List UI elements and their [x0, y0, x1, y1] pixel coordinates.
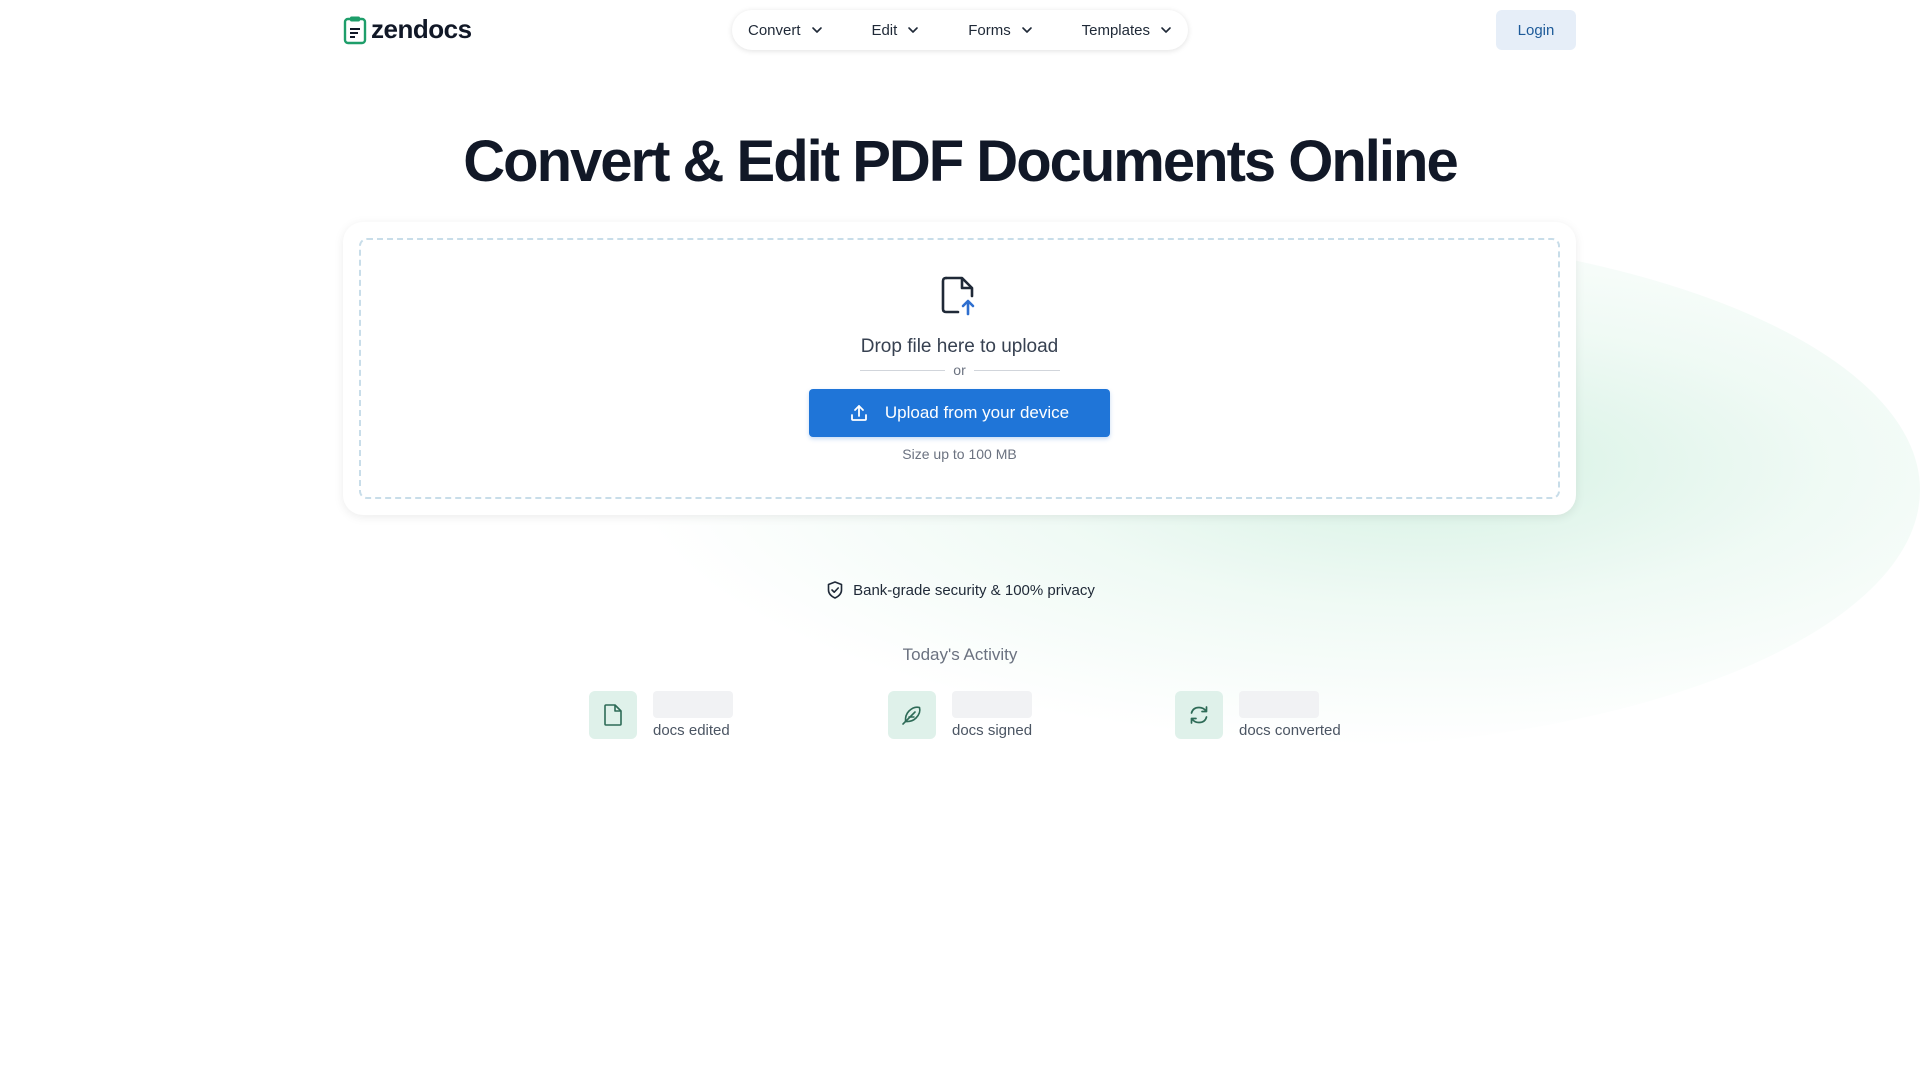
shield-check-icon [827, 581, 843, 599]
activity-title: Today's Activity [902, 645, 1018, 664]
stat-value-placeholder [653, 691, 733, 718]
feather-icon [902, 706, 921, 725]
stat-docs-converted: docs converted [1175, 691, 1341, 739]
stat-body: docs signed [952, 691, 1032, 739]
drop-instructions: Drop file here to upload [860, 336, 1059, 357]
nav-item-edit[interactable]: Edit [871, 22, 919, 39]
logo-icon [343, 16, 367, 44]
file-dropzone[interactable]: Drop file here to upload or Upload from … [359, 238, 1560, 499]
chevron-down-icon [1021, 27, 1032, 33]
chevron-down-icon [908, 27, 919, 33]
document-icon [604, 704, 622, 726]
nav-item-label: Forms [968, 21, 1011, 39]
file-upload-icon [941, 276, 974, 316]
logo[interactable]: zendocs [343, 14, 472, 45]
divider-line [973, 369, 1060, 371]
stat-body: docs converted [1239, 691, 1341, 739]
stat-label: docs edited [653, 722, 730, 739]
refresh-icon [1190, 706, 1208, 724]
logo-text: zendocs [371, 14, 472, 44]
stat-label: docs signed [952, 722, 1033, 739]
login-button[interactable]: Login [1496, 10, 1576, 50]
stat-value-placeholder [952, 691, 1032, 718]
upload-icon [850, 405, 867, 421]
size-limit-text: Size up to 100 MB [902, 446, 1017, 462]
chevron-down-icon [811, 27, 822, 33]
stat-docs-edited: docs edited [589, 691, 733, 739]
stat-docs-signed: docs signed [888, 691, 1032, 739]
stat-icon-box [1175, 691, 1223, 739]
upload-button-label: Upload from your device [884, 403, 1070, 422]
upload-card: Drop file here to upload or Upload from … [343, 222, 1576, 515]
chevron-down-icon [1161, 27, 1171, 33]
nav-item-label: Edit [871, 21, 898, 39]
divider-line [859, 369, 946, 371]
nav-item-forms[interactable]: Forms [968, 22, 1033, 39]
header: zendocs Convert Edit Forms Templates Log… [343, 10, 1576, 50]
main-nav: Convert Edit Forms Templates [732, 10, 1188, 50]
stat-body: docs edited [653, 691, 733, 739]
or-divider: or [859, 362, 1060, 378]
nav-item-convert[interactable]: Convert [748, 22, 823, 39]
page: zendocs Convert Edit Forms Templates Log… [0, 0, 1920, 1080]
nav-item-label: Templates [1081, 21, 1150, 39]
nav-item-label: Convert [748, 21, 801, 39]
upload-from-device-button[interactable]: Upload from your device [808, 389, 1110, 437]
stat-label: docs converted [1239, 722, 1341, 739]
stat-icon-box [888, 691, 936, 739]
security-badge: Bank-grade security & 100% privacy [0, 580, 1920, 600]
or-label: or [953, 362, 966, 378]
stat-value-placeholder [1239, 691, 1319, 718]
nav-item-templates[interactable]: Templates [1082, 22, 1172, 39]
security-text: Bank-grade security & 100% privacy [853, 581, 1095, 599]
stat-icon-box [589, 691, 637, 739]
page-title: Convert & Edit PDF Documents Online [463, 129, 1458, 194]
